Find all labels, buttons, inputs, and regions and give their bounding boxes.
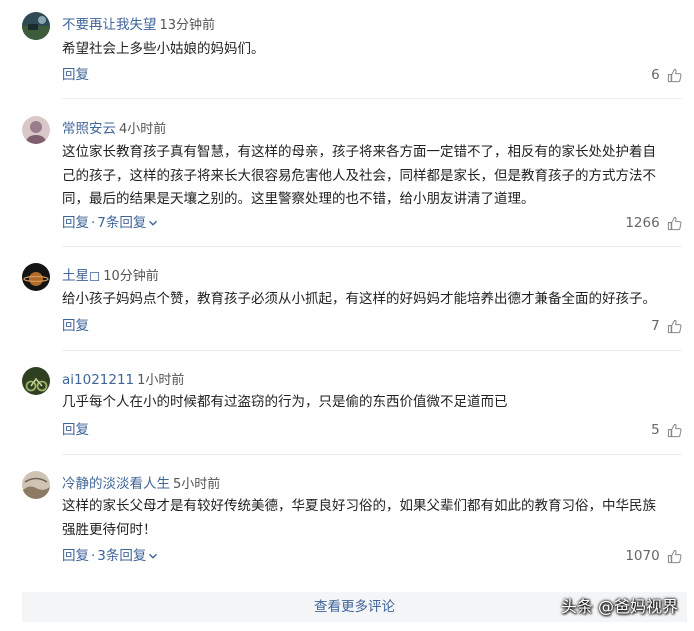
comment-meta: 土星◻ 10分钟前: [62, 265, 159, 287]
divider: [62, 454, 682, 455]
comment-actions: 回复: [62, 420, 89, 440]
watermark: 头条 @爸妈视界: [560, 597, 678, 616]
comment-text: 这样的家长父母才是有较好传统美德，华夏良好习俗的，如果父辈们都有如此的教育习俗，…: [62, 495, 684, 542]
reply-button[interactable]: 回复: [62, 215, 89, 231]
comment-time: 5小时前: [173, 477, 221, 492]
comment-line: 这位家长教育孩子真有智慧，有这样的母亲，孩子将来各方面一定错不了，相反有的家长处…: [62, 144, 656, 160]
comment-actions: 回复 · 3条回复: [62, 546, 158, 566]
like-button[interactable]: 7: [651, 316, 682, 336]
like-count: 1070: [625, 548, 660, 564]
thumbs-up-icon: [667, 319, 682, 333]
comment-text: 希望社会上多些小姑娘的妈妈们。: [62, 38, 684, 62]
comment-line: 同，最后的结果是天壤之别的。这里警察处理的也不错，给小朋友讲清了道理。: [62, 191, 535, 207]
comment-line: 强胜更待何时！: [62, 521, 157, 538]
like-count: 6: [651, 67, 660, 83]
avatar[interactable]: [22, 263, 50, 291]
like-button[interactable]: 6: [651, 65, 682, 85]
like-button[interactable]: 1266: [625, 213, 682, 233]
separator-dot: ·: [91, 548, 96, 564]
avatar[interactable]: [22, 116, 50, 144]
reply-button[interactable]: 回复: [62, 422, 89, 438]
like-count: 7: [651, 318, 660, 334]
thumbs-up-icon: [667, 423, 682, 437]
comment-meta: 常照安云 4小时前: [62, 118, 166, 140]
comment-line: 给小孩子妈妈点个赞，教育孩子必须从小抓起，有这样的好妈妈才能培养出德才兼备全面的…: [62, 291, 656, 307]
comment-time: 13分钟前: [159, 18, 216, 33]
avatar[interactable]: [22, 12, 50, 40]
divider: [62, 246, 682, 247]
like-count: 1266: [625, 215, 660, 231]
reply-button[interactable]: 回复: [62, 67, 89, 83]
comment-line: 几乎每个人在小的时候都有过盗窃的行为，只是偷的东西价值微不足道而已: [62, 394, 508, 410]
comment-line: 这样的家长父母才是有较好传统美德，华夏良好习俗的，如果父辈们都有如此的教育习俗，…: [62, 498, 656, 514]
view-replies-button[interactable]: 7条回复: [97, 215, 158, 231]
comment-username[interactable]: ai1021211: [62, 372, 134, 388]
chevron-down-icon: [149, 220, 158, 226]
avatar[interactable]: [22, 367, 50, 395]
comment-text: 给小孩子妈妈点个赞，教育孩子必须从小抓起，有这样的好妈妈才能培养出德才兼备全面的…: [62, 288, 684, 312]
like-count: 5: [651, 422, 660, 438]
divider: [62, 98, 682, 99]
like-button[interactable]: 5: [651, 420, 682, 440]
comment-time: 1小时前: [137, 373, 185, 388]
comment-meta: ai1021211 1小时前: [62, 369, 184, 391]
like-button[interactable]: 1070: [625, 546, 682, 566]
comment-username[interactable]: 不要再让我失望: [62, 17, 157, 33]
comment-time: 10分钟前: [103, 269, 159, 284]
comment-username[interactable]: 常照安云: [62, 121, 116, 137]
avatar[interactable]: [22, 471, 50, 499]
view-replies-button[interactable]: 3条回复: [97, 548, 158, 564]
divider: [62, 350, 682, 351]
comment-line: 己的孩子，这样的孩子将来长大很容易危害他人及社会，同样都是家长，但是教育孩子的方…: [62, 167, 656, 184]
comment-text: 几乎每个人在小的时候都有过盗窃的行为，只是偷的东西价值微不足道而已: [62, 391, 684, 415]
thumbs-up-icon: [667, 216, 682, 230]
thumbs-up-icon: [667, 68, 682, 82]
reply-button[interactable]: 回复: [62, 548, 89, 564]
comment-actions: 回复: [62, 316, 89, 336]
comment-meta: 冷静的淡淡看人生 5小时前: [62, 473, 220, 495]
chevron-down-icon: [149, 553, 158, 559]
reply-button[interactable]: 回复: [62, 318, 89, 334]
replies-count: 7条回复: [97, 215, 147, 231]
comment-line: 希望社会上多些小姑娘的妈妈们。: [62, 41, 265, 57]
separator-dot: ·: [91, 215, 96, 231]
comment-actions: 回复 · 7条回复: [62, 213, 158, 233]
comment-time: 4小时前: [119, 122, 167, 137]
replies-count: 3条回复: [97, 548, 147, 564]
view-more-label: 查看更多评论: [314, 599, 395, 615]
comment-actions: 回复: [62, 65, 89, 85]
comment-username[interactable]: 土星◻: [62, 268, 100, 284]
thumbs-up-icon: [667, 549, 682, 563]
comment-text: 这位家长教育孩子真有智慧，有这样的母亲，孩子将来各方面一定错不了，相反有的家长处…: [62, 141, 684, 212]
comment-username[interactable]: 冷静的淡淡看人生: [62, 476, 170, 492]
comment-meta: 不要再让我失望 13分钟前: [62, 14, 215, 36]
